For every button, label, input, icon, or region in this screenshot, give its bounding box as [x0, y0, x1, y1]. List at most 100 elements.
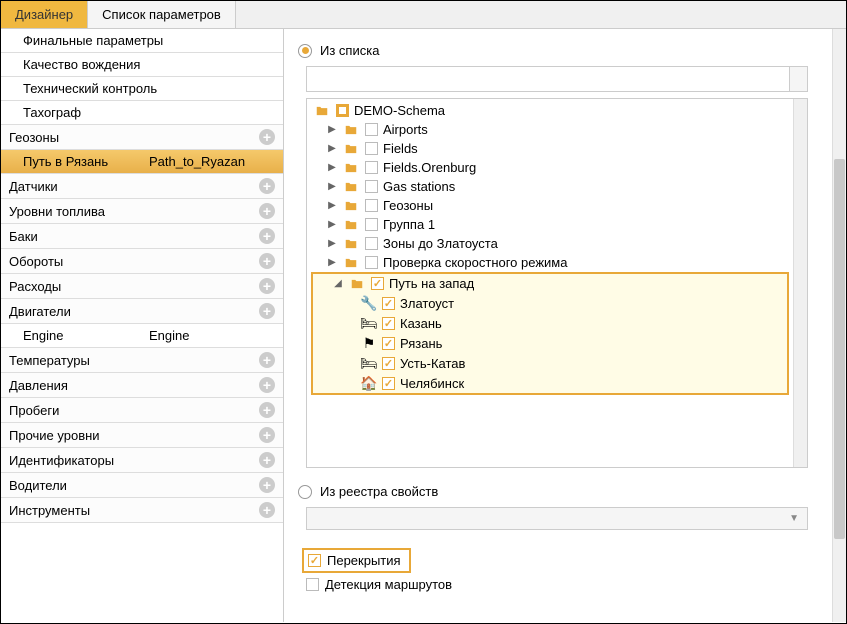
- tree-root[interactable]: DEMO-Schema: [307, 101, 793, 120]
- node-label: Fields.Orenburg: [383, 160, 476, 175]
- checkbox[interactable]: [365, 256, 378, 269]
- plus-icon[interactable]: +: [259, 178, 275, 194]
- category[interactable]: Датчики+: [1, 174, 283, 199]
- left-item[interactable]: Технический контроль: [1, 77, 283, 101]
- expand-icon[interactable]: ▶: [327, 124, 337, 135]
- expand-icon[interactable]: ▶: [327, 143, 337, 154]
- category[interactable]: Инструменты+: [1, 498, 283, 523]
- checkbox[interactable]: [382, 377, 395, 390]
- folder-icon: [342, 123, 360, 137]
- tree-leaf[interactable]: ⚑Рязань: [313, 333, 787, 353]
- expand-icon[interactable]: ▶: [327, 238, 337, 249]
- category[interactable]: Прочие уровни +: [1, 423, 283, 448]
- checkbox[interactable]: [306, 578, 319, 591]
- plus-icon[interactable]: +: [259, 427, 275, 443]
- category[interactable]: Идентификаторы+: [1, 448, 283, 473]
- checkbox[interactable]: [336, 104, 349, 117]
- scrollbar-thumb[interactable]: [834, 159, 845, 539]
- checkbox[interactable]: [365, 218, 378, 231]
- category[interactable]: Баки+: [1, 224, 283, 249]
- tree-scrollbar[interactable]: [793, 99, 807, 467]
- category[interactable]: Температуры+: [1, 348, 283, 373]
- tab-designer[interactable]: Дизайнер: [1, 1, 88, 28]
- tab-params[interactable]: Список параметров: [88, 1, 236, 28]
- expand-icon[interactable]: ▶: [327, 200, 337, 211]
- plus-icon[interactable]: +: [259, 129, 275, 145]
- collapse-icon[interactable]: ◢: [333, 278, 343, 289]
- tree-folder-expanded[interactable]: ◢ Путь на запад: [313, 274, 787, 293]
- plus-icon[interactable]: +: [259, 452, 275, 468]
- checkbox[interactable]: [365, 123, 378, 136]
- category-engines[interactable]: Двигатели+: [1, 299, 283, 324]
- checkbox[interactable]: [365, 180, 378, 193]
- radio-icon[interactable]: [298, 44, 312, 58]
- right-scrollbar[interactable]: [832, 29, 846, 622]
- plus-icon[interactable]: +: [259, 402, 275, 418]
- tree-folder[interactable]: ▶Проверка скоростного режима: [307, 253, 793, 272]
- folder-icon: [313, 104, 331, 118]
- check-routes-row[interactable]: Детекция маршрутов: [302, 573, 820, 596]
- checkbox[interactable]: [382, 357, 395, 370]
- category[interactable]: Пробеги+: [1, 398, 283, 423]
- expand-icon[interactable]: ▶: [327, 162, 337, 173]
- category[interactable]: Обороты+: [1, 249, 283, 274]
- expand-icon[interactable]: ▶: [327, 219, 337, 230]
- category[interactable]: Уровни топлива+: [1, 199, 283, 224]
- checkbox[interactable]: [365, 199, 378, 212]
- checkbox[interactable]: [365, 142, 378, 155]
- checkbox[interactable]: [382, 317, 395, 330]
- tree-folder[interactable]: ▶Геозоны: [307, 196, 793, 215]
- tree-folder[interactable]: ▶Зоны до Златоуста: [307, 234, 793, 253]
- plus-icon[interactable]: +: [259, 377, 275, 393]
- plus-icon[interactable]: +: [259, 203, 275, 219]
- expand-icon[interactable]: ▶: [327, 181, 337, 192]
- checkbox[interactable]: [308, 554, 321, 567]
- tree-leaf[interactable]: 🏠Челябинск: [313, 373, 787, 393]
- expand-icon[interactable]: ▶: [327, 257, 337, 268]
- tree-folder[interactable]: ▶Группа 1: [307, 215, 793, 234]
- tree-folder[interactable]: ▶ Fields.Orenburg: [307, 158, 793, 177]
- category-label: Прочие уровни: [9, 428, 100, 443]
- plus-icon[interactable]: +: [259, 477, 275, 493]
- search-button[interactable]: [790, 66, 808, 92]
- right-panel: Из списка DEMO-Schema ▶Airports▶Fields▶F…: [284, 29, 832, 622]
- item-icon: ⚑: [361, 335, 377, 351]
- checkbox[interactable]: [371, 277, 384, 290]
- plus-icon[interactable]: +: [259, 352, 275, 368]
- left-item-selected[interactable]: Путь в Рязань Path_to_Ryazan: [1, 150, 283, 174]
- radio-from-registry[interactable]: Из реестра свойств: [298, 484, 820, 499]
- left-item[interactable]: Финальные параметры: [1, 29, 283, 53]
- category-geozones[interactable]: Геозоны +: [1, 125, 283, 150]
- checkbox[interactable]: [382, 337, 395, 350]
- item-icon: 🛏: [361, 355, 377, 371]
- left-item[interactable]: Тахограф: [1, 101, 283, 125]
- tree-leaf[interactable]: 🛏Казань: [313, 313, 787, 333]
- checkbox[interactable]: [365, 237, 378, 250]
- tree-folder[interactable]: ▶Airports: [307, 120, 793, 139]
- tree-leaf[interactable]: 🛏Усть-Катав: [313, 353, 787, 373]
- tree-folder[interactable]: ▶Fields: [307, 139, 793, 158]
- plus-icon[interactable]: +: [259, 278, 275, 294]
- tree-folder[interactable]: ▶Gas stations: [307, 177, 793, 196]
- tree-leaf[interactable]: 🔧Златоуст: [313, 293, 787, 313]
- plus-icon[interactable]: +: [259, 502, 275, 518]
- check-overlap-row[interactable]: Перекрытия: [302, 548, 411, 573]
- node-label: Златоуст: [400, 296, 454, 311]
- node-label: DEMO-Schema: [354, 103, 445, 118]
- plus-icon[interactable]: +: [259, 303, 275, 319]
- radio-from-list[interactable]: Из списка: [298, 43, 820, 58]
- checkbox[interactable]: [382, 297, 395, 310]
- checkbox[interactable]: [365, 161, 378, 174]
- registry-select[interactable]: ▼: [306, 507, 808, 530]
- radio-icon[interactable]: [298, 485, 312, 499]
- item-name: Engine: [23, 328, 149, 343]
- plus-icon[interactable]: +: [259, 253, 275, 269]
- folder-icon: [342, 199, 360, 213]
- left-item[interactable]: Качество вождения: [1, 53, 283, 77]
- category[interactable]: Водители+: [1, 473, 283, 498]
- category[interactable]: Расходы+: [1, 274, 283, 299]
- category[interactable]: Давления+: [1, 373, 283, 398]
- search-input[interactable]: [306, 66, 790, 92]
- plus-icon[interactable]: +: [259, 228, 275, 244]
- left-item[interactable]: Engine Engine: [1, 324, 283, 348]
